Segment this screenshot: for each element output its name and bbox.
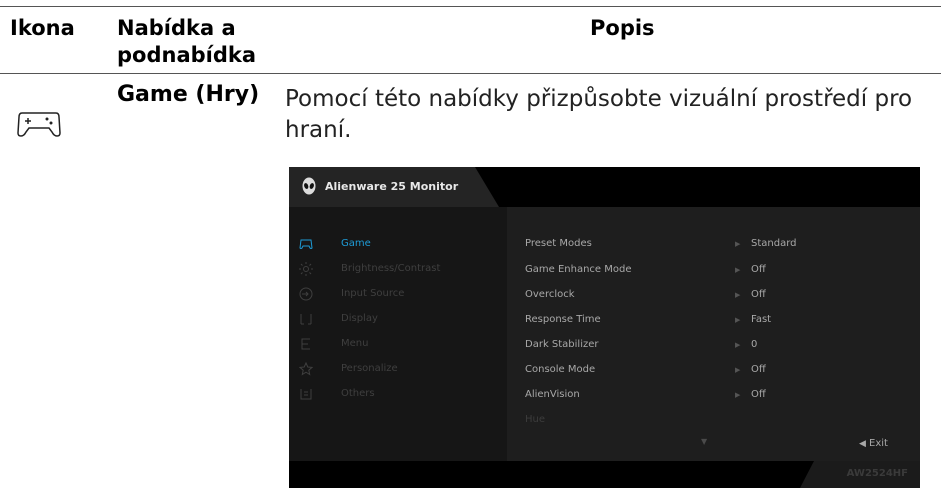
osd-menu-label: Personalize — [341, 363, 398, 374]
header-icon: Ikona — [10, 16, 75, 40]
osd-menu-label: Display — [341, 313, 378, 324]
chevron-right-icon: ▶ — [735, 291, 741, 299]
top-rule — [0, 6, 941, 7]
input-source-icon — [299, 287, 313, 301]
star-icon — [299, 362, 313, 376]
osd-option-alienvision[interactable]: AlienVision — [525, 389, 580, 400]
osd-option-preset-modes[interactable]: Preset Modes — [525, 238, 592, 249]
osd-option-value: Fast — [751, 314, 772, 325]
osd-menu-item-input-source[interactable]: Input Source — [299, 287, 499, 303]
osd-option-value: Off — [751, 389, 766, 400]
osd-option-response-time[interactable]: Response Time — [525, 314, 601, 325]
header-menu-line2: podnabídka — [117, 43, 257, 67]
osd-screenshot: Alienware 25 Monitor Game Brightness/Con… — [289, 167, 920, 488]
osd-option-overclock[interactable]: Overclock — [525, 289, 575, 300]
osd-option-value: Off — [751, 364, 766, 375]
osd-menu-item-personalize[interactable]: Personalize — [299, 362, 499, 378]
display-icon — [300, 314, 312, 325]
osd-menu-label: Game — [341, 238, 371, 249]
osd-menu-item-display[interactable]: Display — [299, 312, 499, 328]
chevron-right-icon: ▶ — [735, 341, 741, 349]
chevron-right-icon: ▶ — [735, 316, 741, 324]
osd-option-hue[interactable]: Hue — [525, 414, 545, 425]
header-description: Popis — [590, 16, 655, 40]
brightness-icon — [299, 262, 313, 276]
osd-menu-item-brightness-contrast[interactable]: Brightness/Contrast — [299, 262, 499, 278]
osd-footer: AW2524HF — [289, 461, 920, 488]
menu-description: Pomocí této nabídky přizpůsobte vizuální… — [285, 86, 913, 143]
osd-title-bar: Alienware 25 Monitor — [289, 167, 920, 207]
osd-menu-item-game[interactable]: Game — [299, 237, 499, 253]
osd-menu-label: Input Source — [341, 288, 405, 299]
osd-menu-label: Others — [341, 388, 375, 399]
chevron-right-icon: ▶ — [735, 366, 741, 374]
osd-option-game-enhance-mode[interactable]: Game Enhance Mode — [525, 264, 631, 275]
others-icon — [300, 389, 312, 400]
osd-option-value: Standard — [751, 238, 797, 249]
exit-button[interactable]: Exit — [869, 438, 888, 449]
osd-option-value: 0 — [751, 339, 758, 350]
osd-option-value: Off — [751, 264, 766, 275]
menu-name: Game (Hry) — [117, 82, 260, 107]
osd-menu-label: Menu — [341, 338, 369, 349]
osd-menu-item-menu[interactable]: Menu — [299, 337, 499, 353]
chevron-right-icon: ▶ — [735, 391, 741, 399]
model-name: AW2524HF — [846, 468, 908, 479]
exit-arrow-icon: ◀ — [859, 439, 866, 449]
chevron-right-icon: ▶ — [735, 266, 741, 274]
scroll-down-icon[interactable]: ▼ — [701, 437, 707, 446]
osd-option-dark-stabilizer[interactable]: Dark Stabilizer — [525, 339, 599, 350]
menu-icon — [301, 338, 310, 350]
gamepad-icon — [299, 239, 313, 249]
header-rule — [0, 73, 941, 74]
osd-title: Alienware 25 Monitor — [325, 180, 459, 193]
gamepad-icon — [17, 112, 61, 137]
osd-option-value: Off — [751, 289, 766, 300]
osd-option-console-mode[interactable]: Console Mode — [525, 364, 595, 375]
osd-menu-item-others[interactable]: Others — [299, 387, 499, 403]
alienware-logo-icon — [302, 177, 316, 195]
header-menu-line1: Nabídka a — [117, 16, 236, 40]
osd-menu-label: Brightness/Contrast — [341, 263, 441, 274]
chevron-right-icon: ▶ — [735, 240, 741, 248]
